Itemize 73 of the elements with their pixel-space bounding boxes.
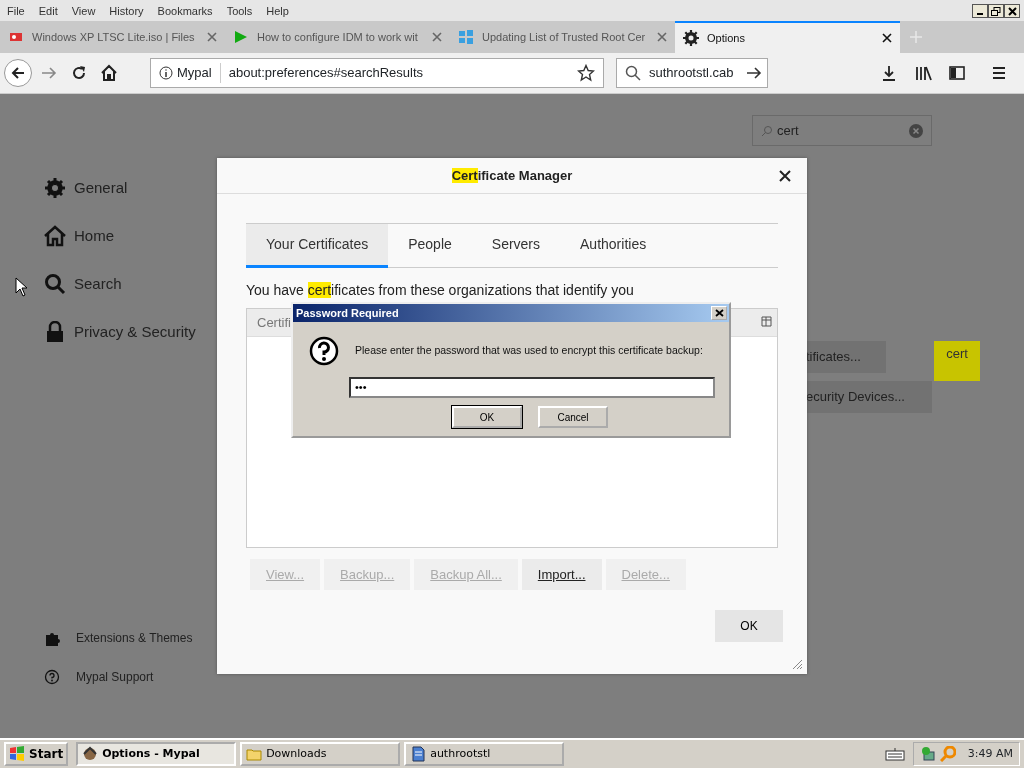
sidebar-icon — [948, 64, 966, 82]
windows-icon — [458, 29, 474, 45]
resize-grip-icon[interactable] — [792, 659, 803, 670]
download-icon — [880, 64, 898, 82]
keyboard-icon[interactable] — [884, 747, 905, 761]
taskbar-button[interactable]: authrootstl — [404, 742, 565, 766]
clear-icon[interactable] — [909, 123, 923, 138]
search-text: cert — [777, 121, 800, 140]
category-item[interactable]: General — [74, 176, 128, 200]
column-header[interactable]: Certifi — [257, 312, 291, 333]
menu-item[interactable]: Help — [259, 0, 296, 23]
message-text: Please enter the password that was used to encrypt this certificate backup: — [355, 343, 703, 359]
clock: 3:49 AM — [967, 745, 1013, 762]
library-icon — [914, 64, 932, 82]
minimize-button[interactable] — [972, 4, 988, 18]
dialog-tab[interactable]: Your Certificates — [246, 224, 389, 268]
search-field[interactable]: cert — [752, 115, 932, 146]
category-item[interactable]: Home — [74, 224, 114, 248]
menu-item[interactable]: Bookmarks — [150, 0, 220, 23]
sidebar-link[interactable]: Mypal Support — [76, 667, 154, 686]
category-item[interactable]: Privacy & Security — [74, 320, 196, 344]
site-identity: Mypal — [177, 63, 221, 83]
gear-icon — [44, 177, 66, 199]
dialog-tab[interactable]: People — [388, 224, 472, 268]
ok-button[interactable]: OK — [452, 406, 522, 428]
tooltip: cert — [934, 341, 980, 381]
taskbar-button[interactable]: Downloads — [240, 742, 401, 766]
ok-button[interactable]: OK — [715, 609, 783, 642]
help-icon — [44, 668, 60, 685]
folder-icon — [246, 746, 263, 762]
windows-logo-icon — [9, 746, 25, 762]
start-button[interactable]: Start — [4, 742, 69, 766]
browser-tab[interactable]: Options — [675, 21, 900, 53]
home-icon — [44, 225, 66, 247]
menu-item[interactable]: History — [102, 0, 151, 23]
back-arrow-icon — [10, 65, 26, 81]
reload-icon — [70, 64, 88, 82]
search-query: suthrootstl.cab — [649, 64, 735, 83]
column-picker-icon[interactable] — [761, 316, 773, 329]
dialog-title: Password Required — [296, 305, 399, 321]
dialog-tab[interactable]: Authorities — [560, 224, 667, 268]
menu-item[interactable]: View — [64, 0, 103, 23]
restore-button[interactable] — [988, 4, 1004, 18]
sidebar-link[interactable]: Extensions & Themes — [76, 628, 193, 647]
back-button[interactable] — [4, 59, 32, 87]
question-icon — [309, 336, 339, 366]
search-icon — [761, 124, 773, 137]
search-bar[interactable]: suthrootstl.cab — [616, 58, 768, 88]
close-tab-icon[interactable] — [882, 33, 892, 43]
menu-item[interactable]: Edit — [31, 0, 65, 23]
mouse-cursor-icon — [15, 277, 27, 297]
search-icon — [625, 65, 641, 81]
dialog-button[interactable]: Import... — [521, 558, 602, 590]
address-bar[interactable]: Mypal about:preferences#searchResults — [150, 58, 604, 88]
lock-icon — [44, 321, 66, 343]
gear-icon — [683, 30, 699, 46]
info-icon[interactable] — [159, 66, 173, 80]
star-icon[interactable] — [577, 64, 595, 82]
menu-item[interactable]: File — [0, 0, 32, 23]
search-icon — [44, 273, 66, 295]
dialog-tab[interactable]: Servers — [471, 224, 561, 268]
description-text: You have certificates from these organizations that identify you — [246, 282, 635, 299]
password-field[interactable]: ••• — [349, 376, 715, 398]
play-icon — [233, 29, 249, 45]
taskbar-button[interactable]: Options - Mypal — [76, 742, 237, 766]
close-icon — [714, 309, 724, 317]
menu-item[interactable]: Tools — [219, 0, 260, 23]
close-button[interactable] — [1004, 4, 1020, 18]
category-item[interactable]: Search — [74, 272, 122, 296]
menu-icon — [990, 64, 1008, 82]
document-icon — [410, 746, 427, 762]
cancel-button[interactable]: Cancel — [538, 406, 608, 428]
url-text: about:preferences#searchResults — [228, 64, 425, 83]
